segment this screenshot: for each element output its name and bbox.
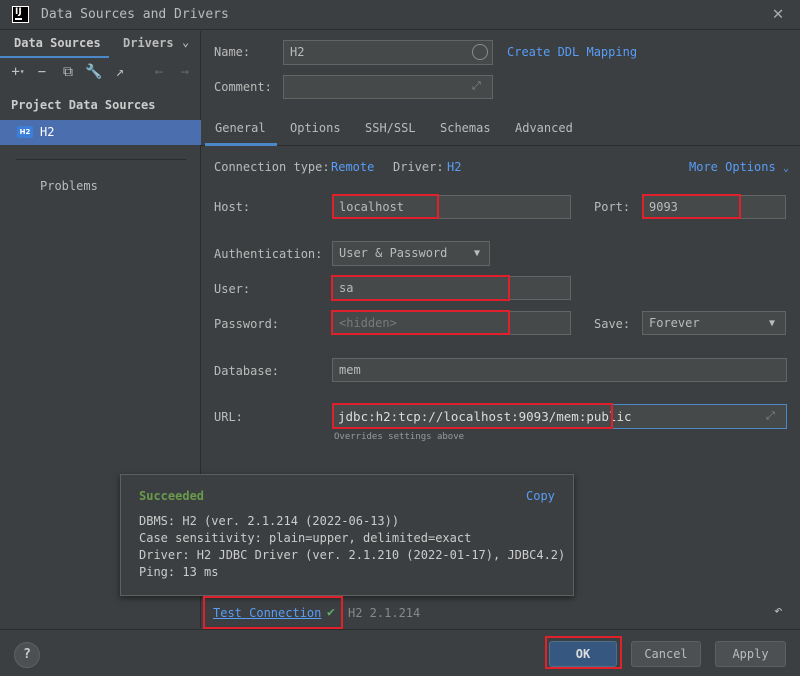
tab-advanced[interactable]: Advanced [515,121,573,135]
user-field[interactable]: sa [332,276,571,300]
password-label: Password: [214,317,280,331]
section-title: Project Data Sources [11,98,156,112]
tab-general[interactable]: General [215,121,266,135]
comment-label: Comment: [214,80,272,94]
tree-item-label: H2 [40,125,55,139]
close-icon[interactable]: ✕ [768,4,788,24]
tab-label: Data Sources [14,36,101,50]
host-label: Host: [214,200,251,214]
window-title: Data Sources and Drivers [41,7,229,22]
name-field[interactable]: H2 [283,40,493,65]
popup-line: Case sensitivity: plain=upper, delimited… [139,531,472,545]
h2-database-icon: H2 [17,126,33,138]
add-icon[interactable]: +▾ [9,63,27,81]
test-connection-link[interactable]: Test Connection [213,606,321,620]
comment-field[interactable] [283,75,493,99]
save-value: Forever [649,316,700,330]
save-select[interactable]: Forever [642,311,786,335]
cancel-button[interactable]: Cancel [631,641,701,667]
tab-options[interactable]: Options [290,121,341,135]
database-field[interactable]: mem [332,358,787,382]
user-label: User: [214,282,251,296]
authentication-label: Authentication: [214,247,323,261]
authentication-value: User & Password [339,246,448,260]
apply-button[interactable]: Apply [715,641,786,667]
version-label: H2 2.1.214 [348,606,421,620]
forward-arrow-icon[interactable]: → [176,63,194,81]
tab-label: Drivers [123,36,174,50]
url-label: URL: [214,410,243,424]
url-value: jdbc:h2:tcp://localhost:9093/mem:public [338,409,632,424]
authentication-select[interactable]: User & Password [332,241,490,266]
duplicate-icon[interactable]: ⧉ [59,63,77,81]
copy-link[interactable]: Copy [526,489,555,503]
tab-data-sources[interactable]: Data Sources [0,31,109,58]
expand-icon[interactable]: ⤢ [472,79,481,93]
tab-drivers[interactable]: Drivers ⌄ [115,31,201,58]
create-ddl-mapping-link[interactable]: Create DDL Mapping [507,45,637,59]
intellij-logo-icon: IJ [12,6,29,23]
connection-type-link[interactable]: Remote [331,160,374,174]
dropdown-arrow-icon: ▼ [769,318,776,329]
name-label: Name: [214,45,251,59]
ok-button[interactable]: OK [549,641,617,667]
connection-type-label: Connection type: [214,160,330,174]
driver-link[interactable]: H2 [447,160,461,174]
chevron-down-icon: ⌄ [782,163,789,174]
url-hint: Overrides settings above [334,432,465,442]
tab-ssh-ssl[interactable]: SSH/SSL [365,121,416,135]
remove-icon[interactable]: − [33,63,51,81]
color-circle-icon[interactable] [472,44,488,60]
status-text: Succeeded [139,489,205,503]
help-button[interactable]: ? [14,642,40,668]
port-field[interactable]: 9093 [642,195,786,219]
port-label: Port: [594,200,631,214]
tab-selected-indicator [205,143,277,146]
popup-line: Driver: H2 JDBC Driver (ver. 2.1.210 (20… [139,548,566,562]
save-label: Save: [594,317,631,331]
chevron-down-icon[interactable]: ⌄ [182,35,189,49]
jump-to-icon[interactable]: ↗ [111,63,129,81]
revert-icon[interactable]: ↶ [774,603,782,619]
tab-schemas[interactable]: Schemas [440,121,491,135]
driver-label: Driver: [393,160,444,174]
more-options-link[interactable]: More Options ⌄ [689,160,789,174]
wrench-icon[interactable]: 🔧 [85,63,103,81]
problems-item[interactable]: Problems [40,179,98,193]
database-label: Database: [214,364,280,378]
popup-line: Ping: 13 ms [139,565,219,579]
divider [16,159,186,160]
popup-line: DBMS: H2 (ver. 2.1.214 (2022-06-13)) [139,514,400,528]
more-options-label: More Options [689,160,776,174]
dropdown-arrow-icon: ▼ [474,248,481,259]
password-field[interactable]: <hidden> [332,311,571,335]
host-field[interactable]: localhost [332,195,571,219]
checkmark-icon: ✔ [327,605,335,620]
back-arrow-icon[interactable]: ← [150,63,168,81]
expand-icon[interactable]: ⤢ [766,409,775,423]
